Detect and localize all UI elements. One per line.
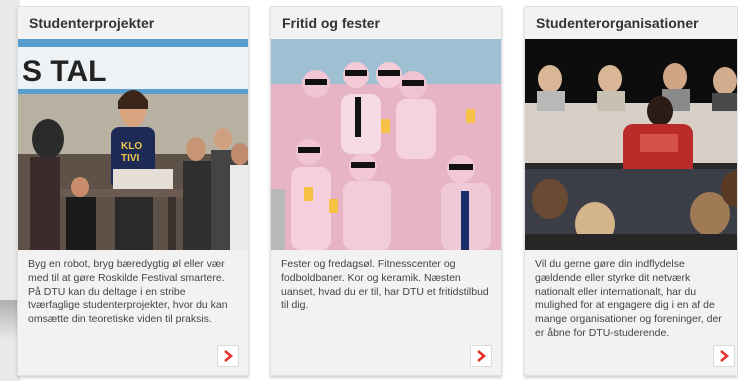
card-studenterprojekter[interactable]: Studenterprojekter S TAL KLO TIVI Byg en…	[17, 6, 249, 376]
photo-studenterorganisationer	[525, 39, 737, 250]
read-more-button[interactable]	[217, 345, 239, 367]
banner-text: S TAL	[22, 55, 106, 88]
chevron-right-icon	[224, 350, 234, 362]
photo-fritid-og-fester	[271, 39, 501, 250]
card-title: Fritid og fester	[271, 7, 501, 39]
read-more-button[interactable]	[713, 345, 735, 367]
photo-studenterprojekter: S TAL KLO TIVI	[18, 39, 248, 250]
read-more-button[interactable]	[470, 345, 492, 367]
chevron-right-icon	[477, 350, 487, 362]
card-description: Fester og fredagsøl. Fitnesscenter og fo…	[281, 258, 489, 312]
card-fritid-og-fester[interactable]: Fritid og fester Fester og fredagsøl. Fi…	[270, 6, 502, 376]
svg-text:KLO: KLO	[121, 141, 142, 152]
card-studenterorganisationer[interactable]: Studenterorganisationer Vil du gerne gør…	[524, 6, 738, 376]
card-description: Byg en robot, bryg bæredygtig øl eller v…	[28, 258, 228, 326]
card-description: Vil du gerne gøre din indflydelse gælden…	[535, 258, 722, 339]
card-image-assembly	[525, 39, 737, 250]
svg-text:TIVI: TIVI	[121, 153, 140, 164]
card-title: Studenterprojekter	[18, 7, 248, 39]
card-image-party	[271, 39, 501, 250]
chevron-right-icon	[720, 350, 730, 362]
card-title: Studenterorganisationer	[525, 7, 737, 39]
card-image-robot: S TAL KLO TIVI	[18, 39, 248, 250]
